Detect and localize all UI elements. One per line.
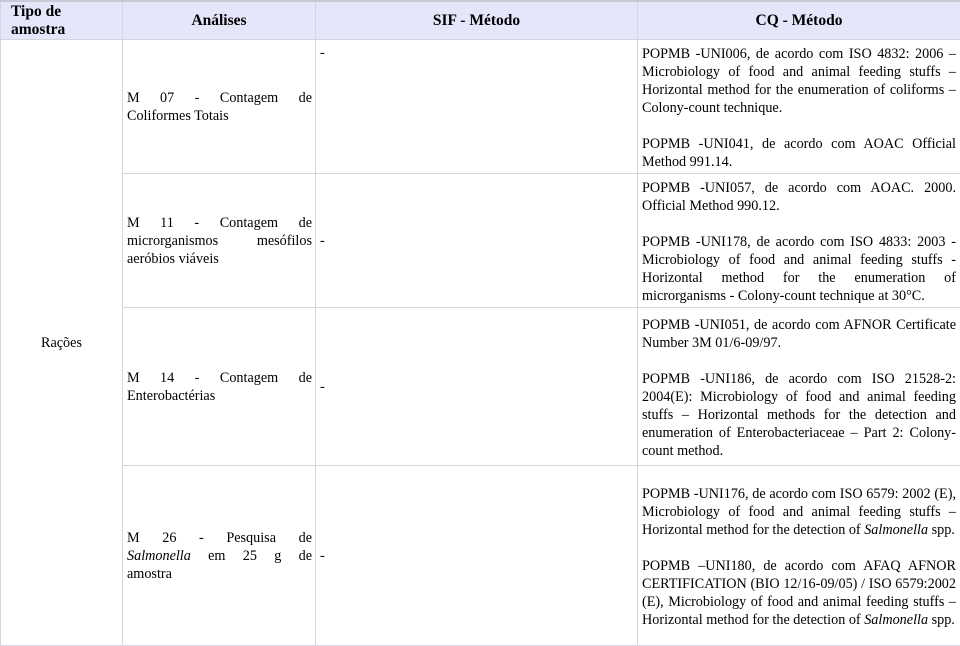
cq-method-entry: POPMB -UNI178, de acordo com ISO 4833: 2… bbox=[642, 233, 956, 305]
analysis-line: M 14 - Contagem de bbox=[127, 369, 312, 387]
table-row: M 11 - Contagem de microrganismos mesófi… bbox=[1, 174, 960, 308]
cq-method-entry: POPMB -UNI057, de acordo com AOAC. 2000.… bbox=[642, 179, 956, 215]
analysis-line: microrganismos mesófilos bbox=[127, 232, 312, 250]
sample-type-label: Rações bbox=[41, 335, 82, 351]
sif-method-value: - bbox=[320, 45, 325, 61]
sif-method-value: - bbox=[320, 233, 325, 249]
table-row: Rações M 07 - Contagem de Coliformes Tot… bbox=[1, 40, 960, 174]
cq-method-entry: POPMB -UNI006, de acordo com ISO 4832: 2… bbox=[642, 45, 956, 117]
header-row: Tipo de amostra Análises SIF - Método CQ… bbox=[1, 1, 960, 40]
analysis-line: Salmonella em 25 g de bbox=[127, 547, 312, 565]
cq-method-entry: POPMB -UNI041, de acordo com AOAC Offici… bbox=[642, 135, 956, 171]
methods-table: Tipo de amostra Análises SIF - Método CQ… bbox=[0, 0, 960, 646]
cq-method-entry: POPMB –UNI180, de acordo com AFAQ AFNOR … bbox=[642, 557, 956, 629]
analysis-cell: M 14 - Contagem de Enterobactérias bbox=[123, 308, 316, 466]
cq-method-entry: POPMB -UNI186, de acordo com ISO 21528-2… bbox=[642, 370, 956, 460]
analysis-line: aeróbios viáveis bbox=[127, 251, 219, 267]
table-row: M 26 - Pesquisa de Salmonella em 25 g de… bbox=[1, 466, 960, 646]
cq-method-text: spp. bbox=[928, 612, 955, 628]
sif-method-value: - bbox=[320, 379, 325, 395]
analysis-line: Coliformes Totais bbox=[127, 108, 229, 124]
sif-method-cell: - bbox=[316, 308, 638, 466]
analysis-line: Enterobactérias bbox=[127, 388, 215, 404]
header-sample-type: Tipo de amostra bbox=[1, 1, 123, 40]
analysis-line: M 11 - Contagem de bbox=[127, 214, 312, 232]
sample-type-cell: Rações bbox=[1, 40, 123, 646]
header-analyses: Análises bbox=[123, 1, 316, 40]
cq-method-text: spp. bbox=[928, 522, 955, 538]
analysis-line: amostra bbox=[127, 566, 172, 582]
sif-method-value: - bbox=[320, 548, 325, 564]
cq-method-cell: POPMB -UNI057, de acordo com AOAC. 2000.… bbox=[638, 174, 960, 308]
sif-method-cell: - bbox=[316, 174, 638, 308]
cq-method-cell: POPMB -UNI051, de acordo com AFNOR Certi… bbox=[638, 308, 960, 466]
analysis-cell: M 26 - Pesquisa de Salmonella em 25 g de… bbox=[123, 466, 316, 646]
sif-method-cell: - bbox=[316, 466, 638, 646]
header-sif-method: SIF - Método bbox=[316, 1, 638, 40]
organism-name: Salmonella bbox=[864, 612, 928, 628]
analysis-cell: M 07 - Contagem de Coliformes Totais bbox=[123, 40, 316, 174]
analysis-line: M 07 - Contagem de bbox=[127, 89, 312, 107]
cq-method-entry: POPMB -UNI051, de acordo com AFNOR Certi… bbox=[642, 316, 956, 352]
cq-method-cell: POPMB -UNI176, de acordo com ISO 6579: 2… bbox=[638, 466, 960, 646]
header-cq-method: CQ - Método bbox=[638, 1, 960, 40]
analysis-cell: M 11 - Contagem de microrganismos mesófi… bbox=[123, 174, 316, 308]
table-row: M 14 - Contagem de Enterobactérias - POP… bbox=[1, 308, 960, 466]
cq-method-entry: POPMB -UNI176, de acordo com ISO 6579: 2… bbox=[642, 485, 956, 539]
cq-method-cell: POPMB -UNI006, de acordo com ISO 4832: 2… bbox=[638, 40, 960, 174]
organism-name: Salmonella bbox=[127, 548, 191, 564]
organism-name: Salmonella bbox=[864, 522, 928, 538]
analysis-text: em 25 g de bbox=[191, 548, 312, 564]
sif-method-cell: - bbox=[316, 40, 638, 174]
analysis-line: M 26 - Pesquisa de bbox=[127, 529, 312, 547]
